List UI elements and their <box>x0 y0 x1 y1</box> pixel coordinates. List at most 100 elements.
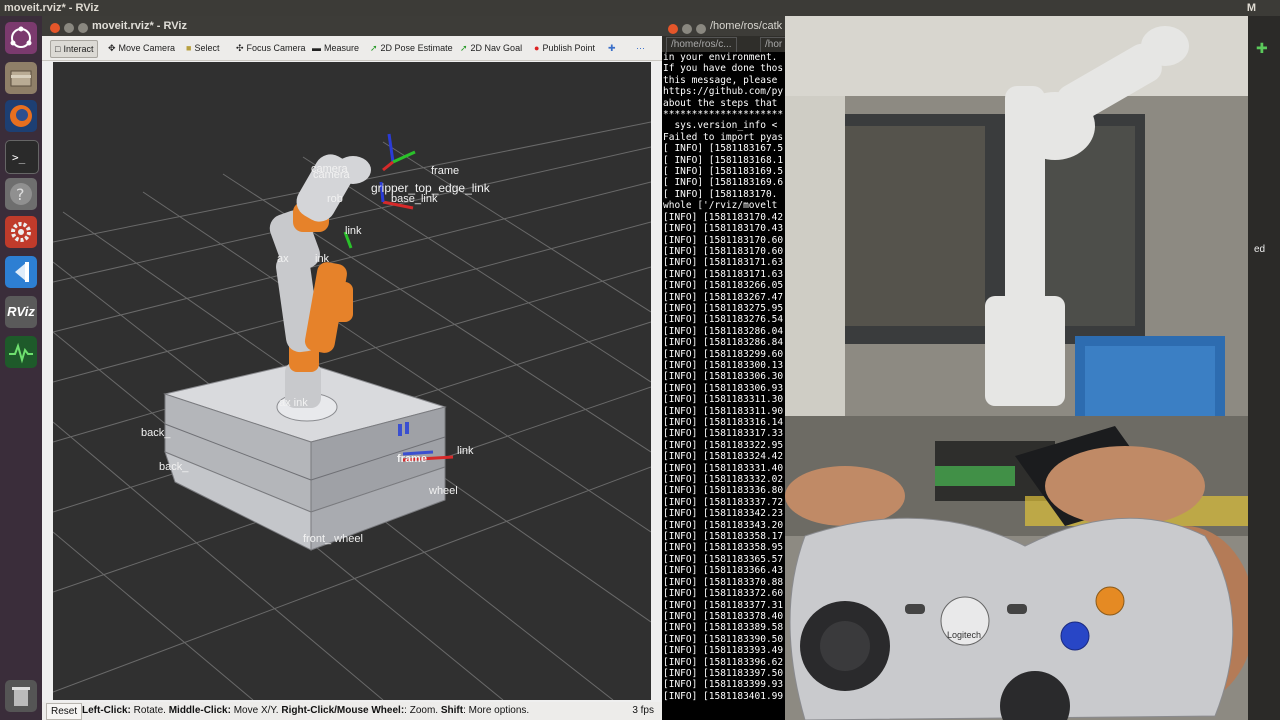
top-panel: moveit.rviz* - RViz M <box>0 0 1280 16</box>
frame-label-base-low: ax ink <box>279 397 308 409</box>
frame-label-back-2: back_ <box>159 461 189 473</box>
hint-key: Shift <box>440 705 464 716</box>
svg-text:>_: >_ <box>12 151 26 164</box>
tool-2d-pose-estimate[interactable]: ➚ 2D Pose Estimate <box>366 40 457 56</box>
hint-key: Left-Click: <box>82 705 131 716</box>
terminal-line: [INFO] [1581183171.63 <box>663 257 784 269</box>
terminal-line: [INFO] [1581183366.43 <box>663 565 784 577</box>
rviz-window: moveit.rviz* - RViz □ Interact ✥ Move Came… <box>42 16 662 720</box>
terminal-line: [INFO] [1581183397.50 <box>663 667 784 679</box>
terminal-line: [ INFO] [1581183169.6 <box>663 177 784 189</box>
tool-interact[interactable]: □ Interact <box>50 40 99 58</box>
vscode-icon[interactable] <box>5 256 37 288</box>
terminal-line: Failed to import pyas <box>663 131 784 143</box>
frame-label-back-1: back_ <box>141 427 171 439</box>
close-icon[interactable] <box>668 24 678 34</box>
system-monitor-icon[interactable] <box>5 336 37 368</box>
terminal-line: [INFO] [1581183393.49 <box>663 645 784 657</box>
tool-label: 2D Pose Estimate <box>380 43 453 53</box>
svg-text:?: ? <box>16 185 25 204</box>
help-icon[interactable]: ? <box>5 178 37 210</box>
terminal-line: this message, please <box>663 74 778 86</box>
tool-label: Interact <box>63 44 94 54</box>
edge-text: ed <box>1254 244 1266 255</box>
terminal-line: [INFO] [1581183342.23 <box>663 508 784 520</box>
terminal-window: /home/ros/catk /home/ros/c... /hor in yo… <box>662 16 785 720</box>
terminal-line: [INFO] [1581183337.72 <box>663 496 784 508</box>
gamepad-brand-label: Logitech <box>947 630 981 640</box>
add-icon: ✚ <box>1256 40 1268 56</box>
frame-label-frame-top: frame <box>431 165 459 177</box>
terminal-line: [INFO] [1581183276.54 <box>663 314 784 326</box>
close-icon[interactable] <box>50 23 60 33</box>
trash-icon[interactable] <box>5 680 37 712</box>
minimize-icon[interactable] <box>64 23 74 33</box>
terminal-line: [INFO] [1581183396.62 <box>663 656 784 668</box>
terminal-line: [INFO] [1581183401.99 <box>663 690 784 702</box>
tool-2d-nav-goal[interactable]: ➚ 2D Nav Goal <box>456 40 526 56</box>
tool-move-camera[interactable]: ✥ Move Camera <box>104 40 179 56</box>
terminal-line: [INFO] [1581183378.40 <box>663 610 784 622</box>
terminal-line: [ INFO] [1581183170. <box>663 188 778 200</box>
reset-button[interactable]: Reset <box>46 703 83 720</box>
maximize-icon[interactable] <box>696 24 706 34</box>
terminal-line: [ INFO] [1581183167.5 <box>663 143 784 155</box>
tool-publish-point[interactable]: ● Publish Point <box>530 40 599 56</box>
tool-focus-camera[interactable]: ✣ Focus Camera <box>232 40 310 56</box>
terminal-line: [INFO] [1581183365.57 <box>663 553 784 565</box>
terminal-line: [INFO] [1581183358.17 <box>663 531 784 543</box>
3d-viewport[interactable]: gripper_top_edge_link base_link link ax … <box>53 62 651 700</box>
files-icon[interactable] <box>5 62 37 94</box>
terminal-line: [INFO] [1581183316.14 <box>663 417 784 428</box>
terminal-tabs: /home/ros/c... /hor <box>662 36 785 53</box>
rviz-icon[interactable]: RViz <box>5 296 37 328</box>
hint-text: Rotate. <box>130 705 169 716</box>
mouse-hint: Left-Click: Rotate. Middle-Click: Move X… <box>82 702 529 720</box>
terminal-line: [INFO] [1581183370.88 <box>663 576 784 588</box>
pose-estimate-icon: ➚ <box>370 43 378 53</box>
terminal-title: /home/ros/catk <box>710 20 783 32</box>
terminal-line: [INFO] [1581183299.60 <box>663 348 784 360</box>
ubuntu-dash-icon[interactable] <box>5 22 37 54</box>
terminal-line: ********************* <box>663 109 784 121</box>
terminal-tab[interactable]: /home/ros/c... <box>666 37 737 53</box>
toolbar-overflow-icon[interactable]: ⋯ <box>632 40 649 56</box>
hint-key: Middle-Click: <box>168 705 231 716</box>
frame-label-link: link <box>345 225 362 237</box>
firefox-icon[interactable] <box>5 100 37 132</box>
terminal-line: [INFO] [1581183390.50 <box>663 633 784 645</box>
settings-icon[interactable] <box>5 216 37 248</box>
terminal-line: If you have done thos <box>663 63 784 75</box>
terminal-line: [INFO] [1581183311.30 <box>663 394 784 406</box>
terminal-output[interactable]: in your environment. If you have done tho… <box>662 52 785 720</box>
frame-label-robot: rob <box>327 193 343 205</box>
terminal-line: sys.version_info < <box>663 120 778 132</box>
terminal-line: in your environment. <box>663 52 778 63</box>
terminal-line: [INFO] [1581183336.80 <box>663 485 784 497</box>
hint-text: Move X/Y. <box>230 705 282 716</box>
terminal-line: [ INFO] [1581183168.1 <box>663 154 784 166</box>
terminal-line: [ INFO] [1581183169.5 <box>663 166 784 178</box>
terminal-line: [INFO] [1581183332.02 <box>663 474 784 486</box>
frame-label-base-link: base_link <box>391 193 438 205</box>
terminal-tab[interactable]: /hor <box>760 37 785 53</box>
minimize-icon[interactable] <box>682 24 692 34</box>
terminal-line: [INFO] [1581183170.42 <box>663 211 784 223</box>
tool-select[interactable]: ■ Select <box>182 40 223 56</box>
add-tool-icon[interactable]: ✚ <box>604 40 620 56</box>
terminal-line: [INFO] [1581183331.40 <box>663 462 784 474</box>
tool-measure[interactable]: ▬ Measure <box>308 40 363 56</box>
terminal-line: [INFO] [1581183170.60 <box>663 234 784 246</box>
focus-camera-icon: ✣ <box>236 43 244 53</box>
maximize-icon[interactable] <box>78 23 88 33</box>
terminal-line: [INFO] [1581183343.20 <box>663 519 784 531</box>
terminal-line: [INFO] [1581183171.63 <box>663 268 784 280</box>
terminal-line: [INFO] [1581183266.05 <box>663 280 784 292</box>
hint-key: Right-Click/Mouse Wheel: <box>281 705 405 716</box>
terminal-line: [INFO] [1581183286.84 <box>663 337 784 349</box>
terminal-icon[interactable]: >_ <box>5 140 39 174</box>
terminal-line: https://github.com/py <box>663 86 784 98</box>
terminal-line: [INFO] [1581183389.58 <box>663 622 784 634</box>
hint-text: : More options. <box>463 705 530 716</box>
frame-label-axis: ax <box>277 253 289 265</box>
